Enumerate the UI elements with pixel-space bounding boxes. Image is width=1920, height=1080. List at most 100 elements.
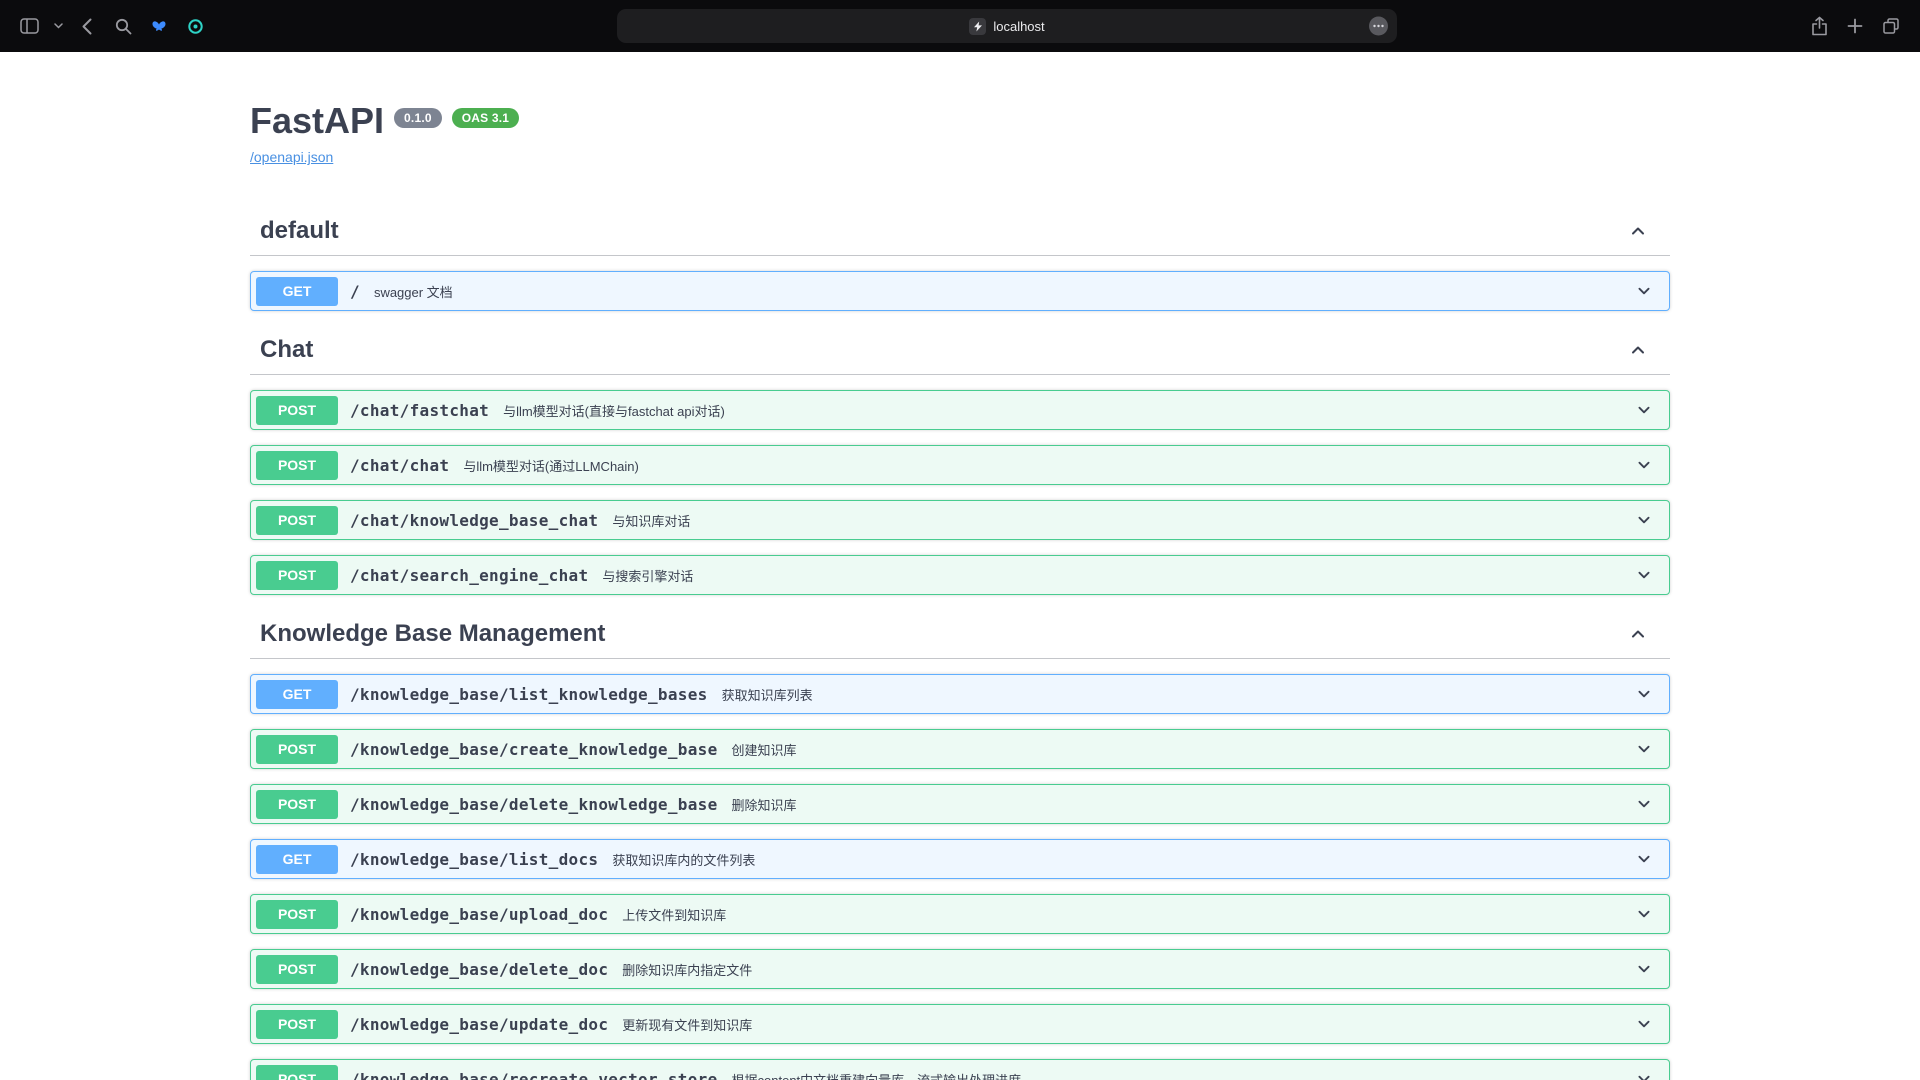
expand-chevron-down-icon[interactable] [1633,848,1659,870]
tag-section: default GET / swagger 文档 [250,207,1670,311]
address-bar-url: localhost [993,19,1044,34]
back-button[interactable] [72,10,102,42]
sidebar-toggle-button[interactable] [14,10,44,42]
operation-path: /chat/fastchat [350,401,489,420]
version-badge: 0.1.0 [394,108,442,128]
expand-chevron-down-icon[interactable] [1633,1013,1659,1035]
operation-path: /knowledge_base/delete_knowledge_base [350,795,718,814]
operation-list: GET /knowledge_base/list_knowledge_bases… [250,659,1670,1080]
plus-icon [1847,18,1863,34]
openapi-spec-link[interactable]: /openapi.json [250,149,333,165]
operation-path: /chat/search_engine_chat [350,566,588,585]
operation-row[interactable]: POST /chat/knowledge_base_chat 与知识库对话 [250,500,1670,540]
operation-path: /knowledge_base/upload_doc [350,905,608,924]
operation-row[interactable]: POST /chat/fastchat 与llm模型对话(直接与fastchat… [250,390,1670,430]
tag-section-title: default [260,217,339,245]
tag-section-header[interactable]: default [250,207,1670,256]
page-settings-button[interactable] [1369,17,1388,36]
operation-row[interactable]: POST /knowledge_base/delete_doc 删除知识库内指定… [250,949,1670,989]
operation-row[interactable]: GET /knowledge_base/list_knowledge_bases… [250,674,1670,714]
operation-path: /knowledge_base/delete_doc [350,960,608,979]
operation-row[interactable]: POST /knowledge_base/recreate_vector_sto… [250,1059,1670,1080]
operation-summary: 创建知识库 [732,740,797,759]
operation-list: GET / swagger 文档 [250,256,1670,311]
operation-summary: 与搜索引擎对话 [602,566,693,585]
expand-chevron-down-icon[interactable] [1633,564,1659,586]
method-badge: POST [256,790,338,819]
new-tab-button[interactable] [1840,10,1870,42]
method-badge: GET [256,680,338,709]
oas-badge: OAS 3.1 [452,108,519,128]
operation-summary: swagger 文档 [374,282,453,301]
tab-overview-button[interactable] [1876,10,1906,42]
method-badge: POST [256,955,338,984]
method-badge: POST [256,506,338,535]
tag-section: Knowledge Base Management GET /knowledge… [250,610,1670,1080]
operation-path: /knowledge_base/create_knowledge_base [350,740,718,759]
operation-summary: 获取知识库列表 [722,685,813,704]
tag-section-header[interactable]: Knowledge Base Management [250,610,1670,659]
operation-row[interactable]: POST /knowledge_base/create_knowledge_ba… [250,729,1670,769]
chevron-down-icon [54,23,63,29]
toolbar-left-group [14,10,210,42]
tag-section-header[interactable]: Chat [250,326,1670,375]
expand-chevron-down-icon[interactable] [1633,683,1659,705]
operation-summary: 与知识库对话 [612,511,690,530]
record-extension-icon [187,18,204,35]
operation-list: POST /chat/fastchat 与llm模型对话(直接与fastchat… [250,375,1670,595]
method-badge: GET [256,845,338,874]
method-badge: POST [256,396,338,425]
operation-path: /chat/chat [350,456,449,475]
operation-summary: 更新现有文件到知识库 [622,1015,752,1034]
operation-summary: 与llm模型对话(直接与fastchat api对话) [503,401,725,420]
share-button[interactable] [1804,10,1834,42]
api-title-row: FastAPI 0.1.0 OAS 3.1 [250,100,1670,142]
expand-chevron-down-icon[interactable] [1633,399,1659,421]
operation-row[interactable]: POST /chat/search_engine_chat 与搜索引擎对话 [250,555,1670,595]
operation-summary: 删除知识库 [732,795,797,814]
expand-chevron-down-icon[interactable] [1633,958,1659,980]
chevron-left-icon [82,18,92,35]
expand-chevron-down-icon[interactable] [1633,280,1659,302]
extension-button-blue[interactable] [144,10,174,42]
operation-row[interactable]: POST /chat/chat 与llm模型对话(通过LLMChain) [250,445,1670,485]
operation-row[interactable]: POST /knowledge_base/delete_knowledge_ba… [250,784,1670,824]
method-badge: POST [256,1010,338,1039]
expand-chevron-down-icon[interactable] [1633,793,1659,815]
operation-path: /chat/knowledge_base_chat [350,511,598,530]
operation-row[interactable]: POST /knowledge_base/upload_doc 上传文件到知识库 [250,894,1670,934]
sidebar-icon [20,18,39,34]
operation-row[interactable]: GET /knowledge_base/list_docs 获取知识库内的文件列… [250,839,1670,879]
operation-summary: 根据content中文档重建向量库，流式输出处理进度。 [732,1070,1035,1080]
operation-path: /knowledge_base/update_doc [350,1015,608,1034]
expand-chevron-down-icon[interactable] [1633,509,1659,531]
address-bar[interactable]: localhost [617,9,1397,43]
operation-summary: 删除知识库内指定文件 [622,960,752,979]
expand-chevron-down-icon[interactable] [1633,454,1659,476]
collapse-chevron-up-icon[interactable] [1626,338,1650,362]
tag-section-title: Knowledge Base Management [260,620,605,648]
collapse-chevron-up-icon[interactable] [1626,219,1650,243]
expand-chevron-down-icon[interactable] [1633,903,1659,925]
search-button[interactable] [108,10,138,42]
extension-button-teal[interactable] [180,10,210,42]
operation-path: /knowledge_base/list_knowledge_bases [350,685,708,704]
method-badge: POST [256,735,338,764]
operation-row[interactable]: POST /knowledge_base/update_doc 更新现有文件到知… [250,1004,1670,1044]
operation-summary: 上传文件到知识库 [622,905,726,924]
browser-toolbar: localhost [0,0,1920,52]
method-badge: POST [256,1065,338,1080]
operation-path: /knowledge_base/recreate_vector_store [350,1070,718,1080]
sidebar-menu-chevron[interactable] [50,10,66,42]
method-badge: POST [256,900,338,929]
expand-chevron-down-icon[interactable] [1633,1068,1659,1080]
operation-path: /knowledge_base/list_docs [350,850,598,869]
expand-chevron-down-icon[interactable] [1633,738,1659,760]
tag-section-title: Chat [260,336,313,364]
collapse-chevron-up-icon[interactable] [1626,622,1650,646]
operation-row[interactable]: GET / swagger 文档 [250,271,1670,311]
operation-summary: 与llm模型对话(通过LLMChain) [463,456,639,475]
method-badge: POST [256,451,338,480]
search-icon [115,18,132,35]
operation-summary: 获取知识库内的文件列表 [612,850,755,869]
